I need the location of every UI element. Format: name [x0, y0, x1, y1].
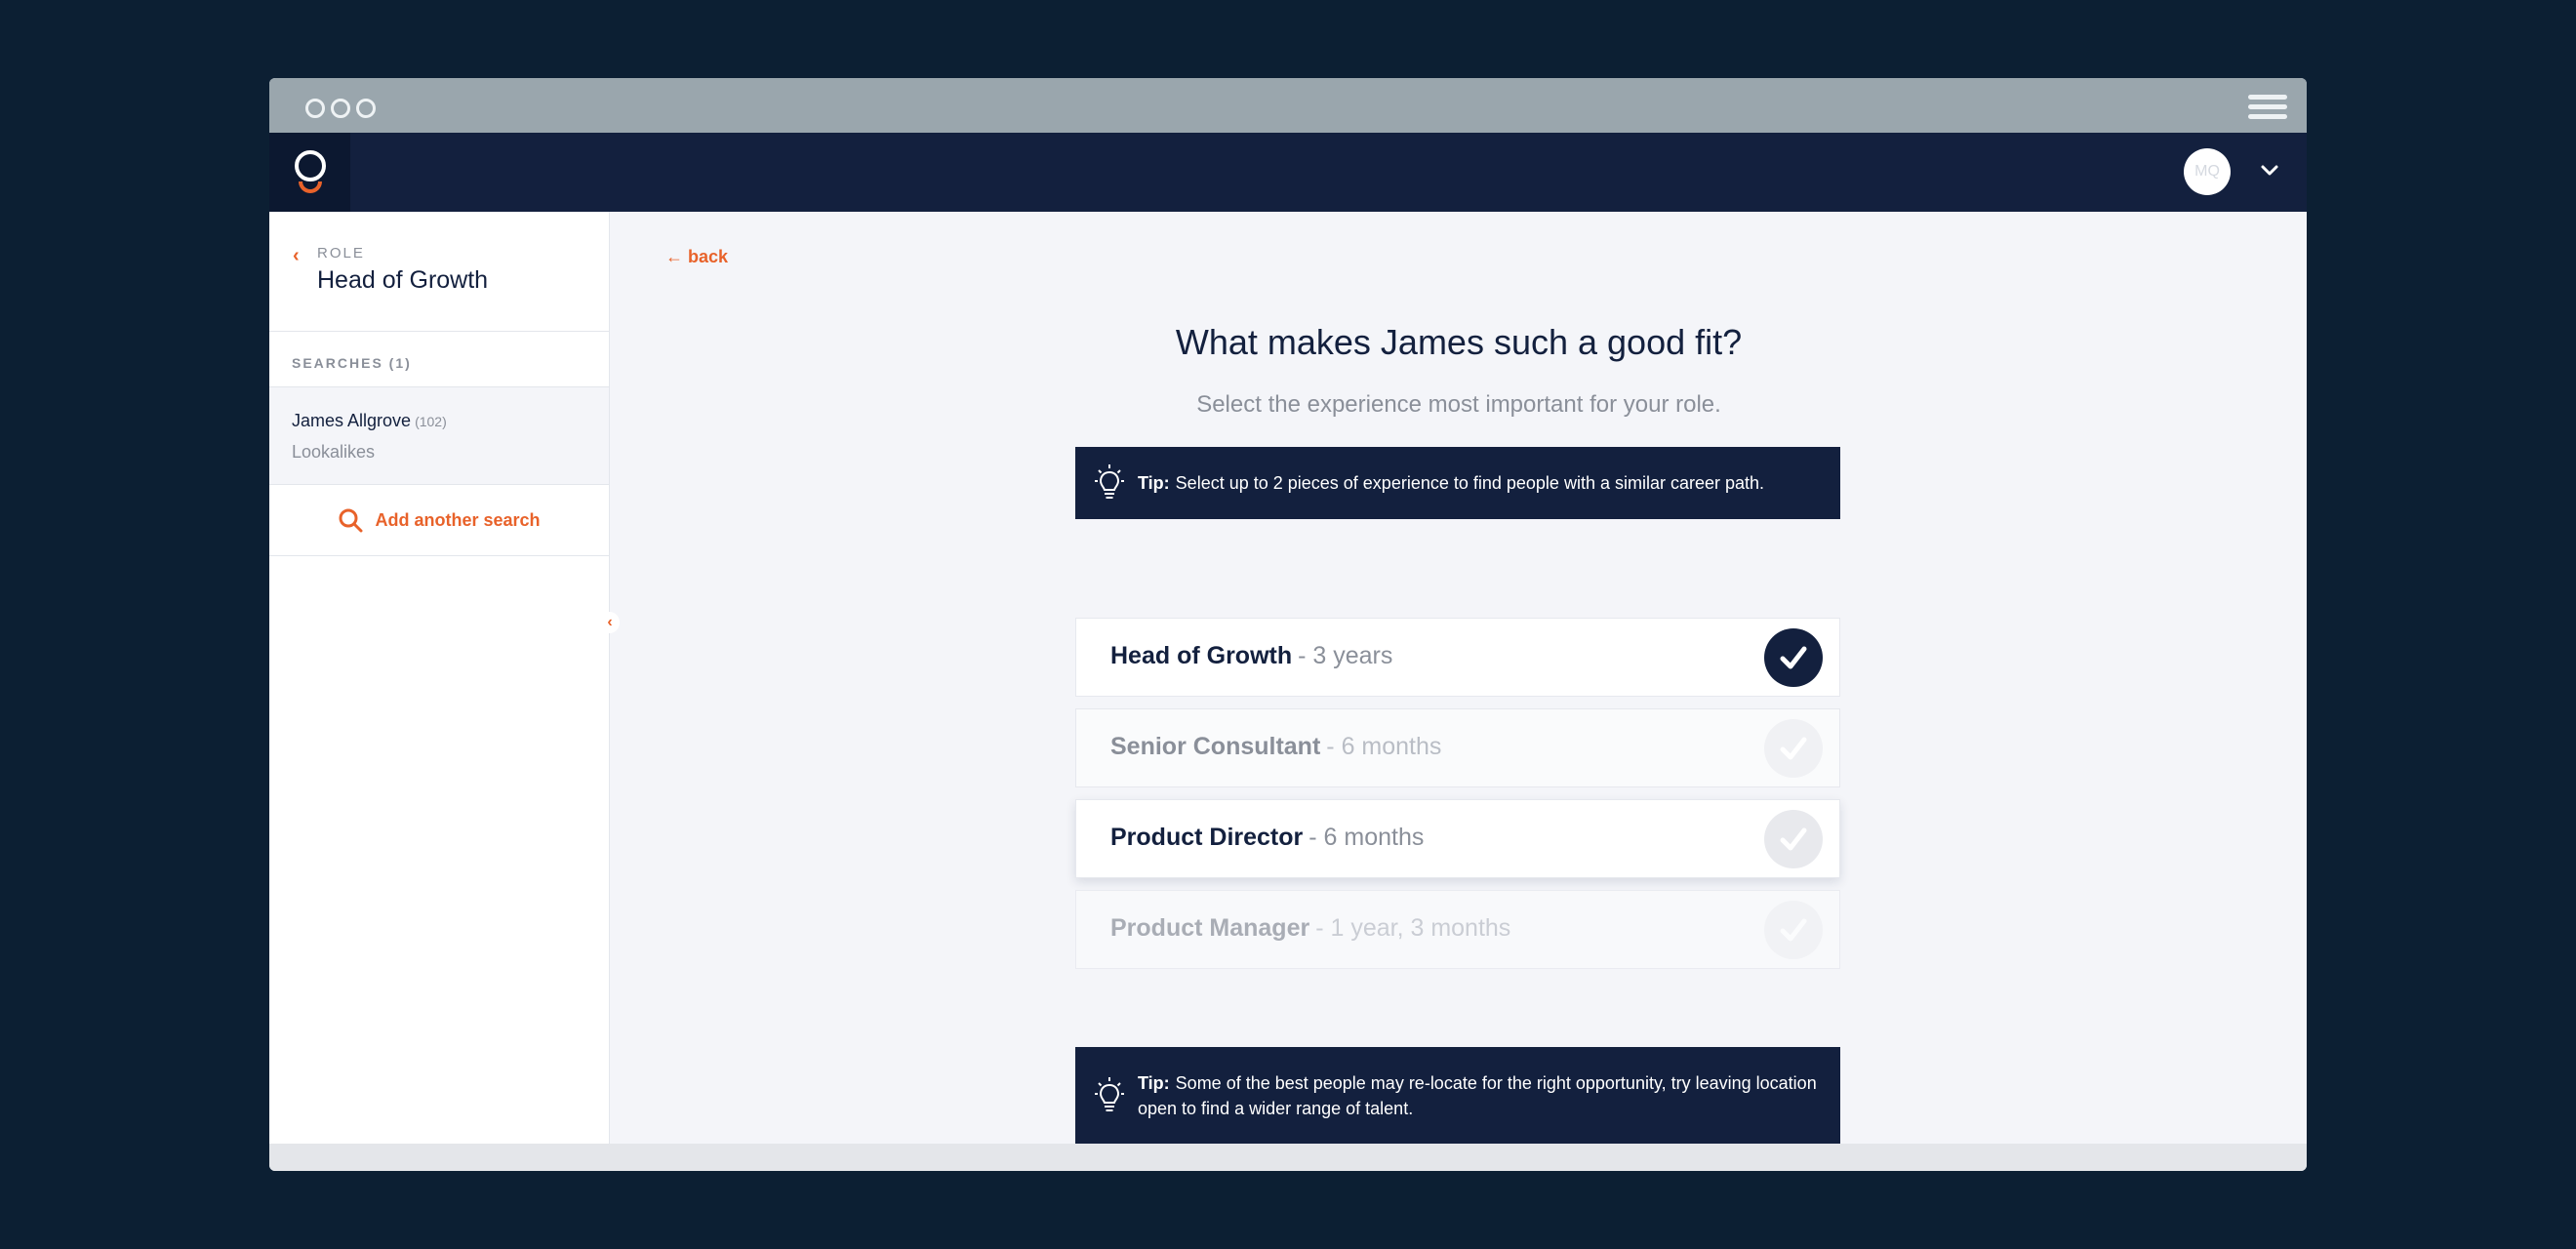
experience-title: Product Director: [1110, 824, 1304, 851]
experience-text: Senior Consultant - 6 months: [1110, 733, 1441, 761]
experience-option[interactable]: Product Manager - 1 year, 3 months: [1075, 890, 1840, 969]
check-icon[interactable]: [1764, 810, 1823, 868]
top-navbar: MQ: [269, 133, 2307, 212]
tip-label: Tip:: [1138, 473, 1170, 493]
tip-text: Tip: Some of the best people may re-locat…: [1138, 1070, 1821, 1121]
tip-banner: Tip: Some of the best people may re-locat…: [1075, 1047, 1840, 1144]
search-name: James Allgrove (102): [292, 411, 447, 431]
experience-title: Head of Growth: [1110, 642, 1293, 669]
searches-label: SEARCHES (1): [292, 355, 412, 371]
experience-duration: - 3 years: [1298, 642, 1393, 669]
check-icon[interactable]: [1764, 719, 1823, 778]
role-title: Head of Growth: [317, 266, 489, 294]
checkmark-icon: [1780, 918, 1807, 942]
tip-label: Tip:: [1138, 1072, 1170, 1093]
tip-body: Some of the best people may re-locate fo…: [1138, 1072, 1817, 1118]
experience-duration: - 6 months: [1326, 733, 1442, 760]
search-name-text: James Allgrove: [292, 411, 412, 430]
browser-chrome: [269, 78, 2307, 133]
fit-subheading: Select the experience most important for…: [1196, 391, 1721, 418]
app-window: MQ ‹ ROLE Head of Growth SEARCHES (1) Ja…: [269, 78, 2307, 1171]
search-list-item[interactable]: James Allgrove (102) Lookalikes: [269, 387, 609, 485]
window-dot-icon: [331, 99, 350, 118]
window-dot-icon: [305, 99, 325, 118]
experience-option[interactable]: Head of Growth - 3 years: [1075, 618, 1840, 697]
tip-text: Tip: Select up to 2 pieces of experience …: [1138, 470, 1764, 496]
lightbulb-icon: [1095, 464, 1124, 499]
check-icon[interactable]: [1764, 901, 1823, 959]
chevron-left-icon[interactable]: ‹: [293, 245, 300, 267]
experience-title: Product Manager: [1110, 914, 1310, 942]
search-type: Lookalikes: [292, 442, 376, 462]
experience-text: Product Manager - 1 year, 3 months: [1110, 914, 1510, 943]
avatar[interactable]: MQ: [2184, 148, 2231, 195]
checkmark-icon: [1780, 737, 1807, 760]
tip-banner: Tip: Select up to 2 pieces of experience …: [1075, 447, 1840, 519]
experience-option[interactable]: Product Director - 6 months: [1075, 799, 1840, 878]
chevron-down-icon[interactable]: [2260, 161, 2279, 181]
logo-smile-icon: [299, 181, 322, 193]
experience-text: Product Director - 6 months: [1110, 824, 1424, 852]
app-logo[interactable]: [269, 133, 350, 212]
experience-duration: - 6 months: [1308, 824, 1425, 851]
hamburger-icon[interactable]: [2248, 95, 2287, 120]
experience-title: Senior Consultant: [1110, 733, 1321, 760]
search-count: (102): [415, 414, 447, 429]
checkmark-icon: [1780, 827, 1807, 851]
sidebar: ‹ ROLE Head of Growth SEARCHES (1) James…: [269, 212, 610, 1144]
search-icon: [339, 508, 363, 533]
add-search-label: Add another search: [375, 509, 541, 530]
tip-body: Select up to 2 pieces of experience to f…: [1175, 473, 1765, 493]
experience-text: Head of Growth - 3 years: [1110, 642, 1392, 670]
back-link[interactable]: ← back: [665, 247, 728, 267]
logo-ring-icon: [295, 150, 326, 181]
add-search-button[interactable]: Add another search: [269, 485, 609, 556]
searches-header: SEARCHES (1): [269, 332, 609, 387]
role-label: ROLE: [317, 245, 365, 262]
lightbulb-icon: [1095, 1076, 1124, 1111]
fit-heading: What makes James such a good fit?: [1175, 322, 1743, 362]
window-dot-icon: [356, 99, 376, 118]
main-content: ← back What makes James such a good fit?…: [611, 212, 2307, 1144]
checkmark-icon: [1780, 646, 1807, 669]
check-icon[interactable]: [1764, 628, 1823, 687]
role-header[interactable]: ‹ ROLE Head of Growth: [269, 212, 609, 332]
horizontal-scrollbar[interactable]: [269, 1144, 2307, 1171]
experience-option[interactable]: Senior Consultant - 6 months: [1075, 708, 1840, 787]
experience-duration: - 1 year, 3 months: [1315, 914, 1511, 942]
